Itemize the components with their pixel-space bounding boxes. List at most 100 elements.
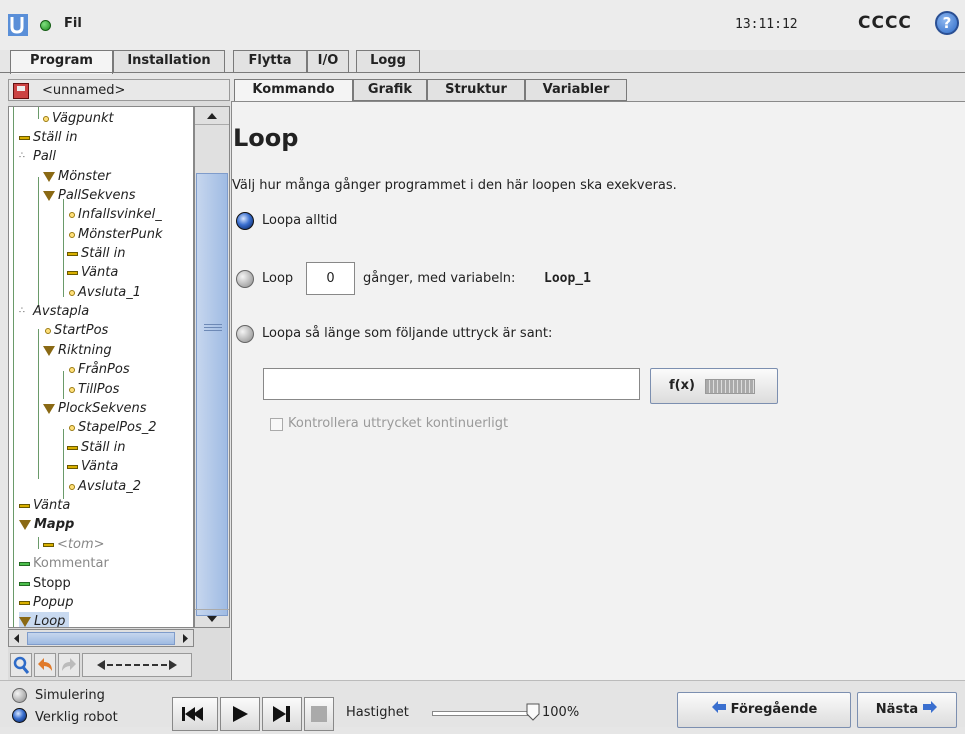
popup-icon bbox=[19, 600, 30, 605]
tab-struktur[interactable]: Struktur bbox=[427, 79, 525, 101]
radio-real-robot[interactable] bbox=[12, 708, 27, 723]
tree-node[interactable]: MönsterPunk bbox=[69, 225, 162, 244]
radio-loop-count[interactable] bbox=[236, 270, 254, 288]
tree-node-label: Avsluta_1 bbox=[78, 285, 142, 300]
step-button[interactable] bbox=[262, 697, 302, 731]
speed-slider[interactable] bbox=[432, 711, 536, 716]
redo-button[interactable] bbox=[58, 653, 80, 677]
tab-flytta[interactable]: Flytta bbox=[233, 50, 307, 72]
radio-simulation[interactable] bbox=[12, 688, 27, 703]
scroll-right-icon[interactable] bbox=[179, 632, 191, 645]
save-icon[interactable] bbox=[13, 83, 29, 99]
tree-connector bbox=[38, 329, 39, 479]
tree-connector bbox=[38, 107, 39, 119]
wait-icon bbox=[67, 270, 78, 275]
description: Välj hur många gånger programmet i den h… bbox=[232, 178, 677, 193]
tab-program[interactable]: Program bbox=[10, 50, 113, 74]
tree-node[interactable]: Avsluta_1 bbox=[69, 283, 141, 302]
pallet-icon: ∴ bbox=[19, 151, 25, 161]
tree-node[interactable]: ∴ Pall bbox=[19, 147, 56, 166]
play-button[interactable] bbox=[220, 697, 260, 731]
tree-horizontal-scrollbar[interactable] bbox=[8, 629, 194, 647]
radio-loop-while[interactable] bbox=[236, 325, 254, 343]
waypoint-icon bbox=[69, 386, 75, 393]
redo-icon bbox=[62, 658, 76, 671]
rewind-button[interactable] bbox=[172, 697, 218, 731]
top-bar: Fil 13:11:12 CCCC ? bbox=[0, 0, 965, 50]
tree-node[interactable]: StapelPos_2 bbox=[69, 418, 157, 437]
tree-node[interactable]: Mönster bbox=[43, 167, 111, 186]
waypoint-icon bbox=[69, 483, 75, 490]
speed-slider-handle[interactable] bbox=[526, 703, 540, 721]
tree-vertical-scrollbar[interactable] bbox=[194, 106, 230, 628]
stop-icon bbox=[19, 581, 30, 586]
waypoint-icon bbox=[69, 231, 75, 238]
tree-node[interactable]: Avsluta_2 bbox=[69, 477, 141, 496]
ur-logo bbox=[8, 14, 28, 36]
tree-node[interactable]: Riktning bbox=[43, 341, 112, 360]
tab-kommando[interactable]: Kommando bbox=[234, 79, 353, 102]
program-tree[interactable]: Vägpunkt Ställ in ∴ Pall Mönster PallSekv… bbox=[8, 106, 194, 628]
scroll-thumb[interactable] bbox=[27, 632, 175, 645]
tree-node[interactable]: FrånPos bbox=[69, 360, 130, 379]
tree-node[interactable]: ∴ Avstapla bbox=[19, 302, 89, 321]
tab-io[interactable]: I/O bbox=[307, 50, 349, 72]
wait-icon bbox=[67, 464, 78, 469]
tree-node-label: MönsterPunk bbox=[78, 227, 163, 242]
scroll-up-icon[interactable] bbox=[195, 107, 229, 125]
scroll-down-icon[interactable] bbox=[195, 609, 229, 627]
grip-line bbox=[204, 330, 222, 331]
tab-variabler[interactable]: Variabler bbox=[525, 79, 627, 101]
tree-node[interactable]: Ställ in bbox=[19, 128, 78, 147]
scroll-left-icon[interactable] bbox=[11, 632, 23, 645]
tree-node[interactable]: PlockSekvens bbox=[43, 399, 147, 418]
tree-node-label: Pall bbox=[33, 149, 57, 164]
loop-count-field[interactable]: 0 bbox=[306, 262, 355, 295]
undo-button[interactable] bbox=[34, 653, 56, 677]
tree-node[interactable]: Popup bbox=[19, 593, 74, 612]
scroll-thumb[interactable] bbox=[196, 173, 228, 616]
tree-node[interactable]: Vänta bbox=[67, 263, 118, 282]
wait-icon bbox=[19, 503, 30, 508]
tab-installation[interactable]: Installation bbox=[113, 50, 225, 72]
radio-loop-while-label: Loopa så länge som följande uttryck är s… bbox=[262, 326, 553, 341]
robot-name: CCCC bbox=[858, 13, 912, 33]
tree-node-selected[interactable]: Loop bbox=[19, 612, 70, 627]
tree-node[interactable]: <tom> bbox=[43, 535, 105, 554]
tree-node-label: Vägpunkt bbox=[52, 111, 114, 126]
tree-node[interactable]: Stopp bbox=[19, 574, 71, 593]
tab-logg[interactable]: Logg bbox=[356, 50, 420, 72]
loop-count-suffix: gånger, med variabeln: bbox=[363, 271, 516, 286]
tree-connector bbox=[13, 107, 14, 627]
tree-node[interactable]: StartPos bbox=[45, 321, 108, 340]
tree-node[interactable]: Ställ in bbox=[67, 244, 126, 263]
tree-node[interactable]: Mapp bbox=[19, 515, 74, 534]
tree-node[interactable]: Kommentar bbox=[19, 554, 109, 573]
tree-node[interactable]: TillPos bbox=[69, 380, 119, 399]
tree-node[interactable]: Infallsvinkel_ bbox=[69, 205, 162, 224]
tab-grafik[interactable]: Grafik bbox=[353, 79, 427, 101]
expression-input[interactable] bbox=[263, 368, 640, 400]
tree-node[interactable]: Vägpunkt bbox=[43, 109, 114, 128]
file-menu[interactable]: Fil bbox=[64, 16, 82, 31]
tree-node-label: Mönster bbox=[58, 169, 111, 184]
next-button[interactable]: Nästa bbox=[857, 692, 957, 728]
tree-node[interactable]: Ställ in bbox=[67, 438, 126, 457]
arrow-left-icon bbox=[711, 701, 726, 713]
move-node-button[interactable] bbox=[82, 653, 192, 677]
expression-editor-button[interactable]: f(x) bbox=[650, 368, 778, 404]
tree-node[interactable]: PallSekvens bbox=[43, 186, 136, 205]
folder-icon bbox=[43, 345, 55, 356]
tree-connector bbox=[38, 537, 39, 549]
help-icon[interactable]: ? bbox=[935, 11, 959, 35]
search-button[interactable] bbox=[10, 653, 32, 677]
tree-node[interactable]: Vänta bbox=[19, 496, 70, 515]
continuous-check-checkbox[interactable] bbox=[270, 418, 283, 431]
tree-node[interactable]: Vänta bbox=[67, 457, 118, 476]
radio-loop-always[interactable] bbox=[236, 212, 254, 230]
set-icon bbox=[67, 445, 78, 450]
previous-label: Föregående bbox=[730, 702, 818, 717]
previous-button[interactable]: Föregående bbox=[677, 692, 851, 728]
stop-button[interactable] bbox=[304, 697, 334, 731]
waypoint-icon bbox=[45, 327, 51, 334]
